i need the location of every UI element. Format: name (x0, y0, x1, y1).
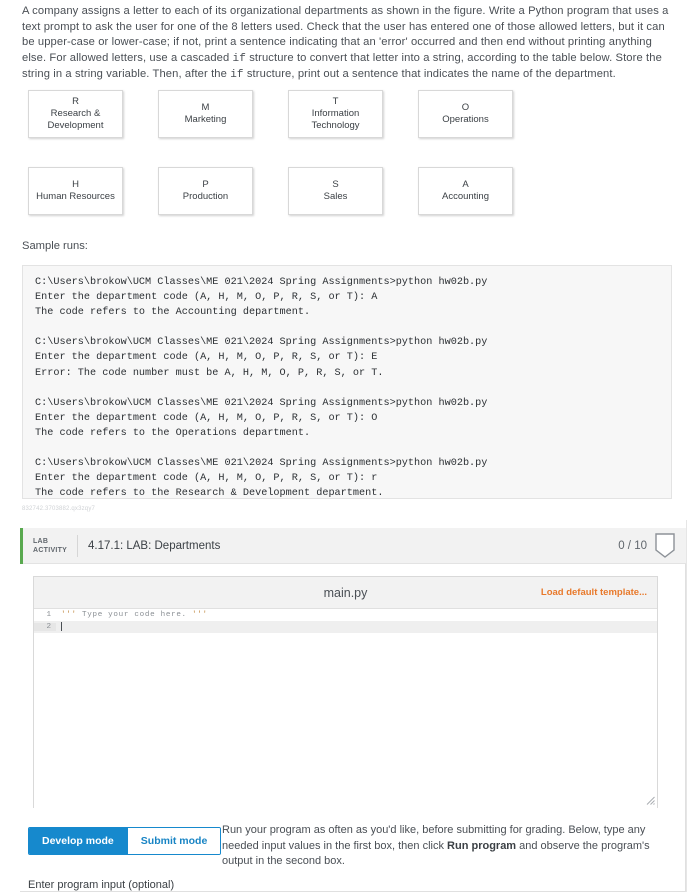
assignment-prompt: A company assigns a letter to each of it… (22, 4, 672, 84)
department-name: Accounting (441, 191, 489, 202)
prompt-inline-code-if-2: if (230, 69, 244, 82)
department-box: H Human Resources (28, 167, 123, 215)
sample-runs-label: Sample runs: (22, 240, 88, 252)
lab-activity-score: 0 / 10 (618, 539, 647, 552)
department-name: Research & Development (47, 108, 104, 131)
department-letter: M (201, 102, 210, 113)
text-cursor (61, 622, 62, 632)
department-name: Operations (442, 114, 489, 125)
lab-activity-tag: LAB ACTIVITY (23, 537, 75, 555)
lab-header-divider (77, 534, 78, 557)
department-letter: O (461, 102, 470, 113)
department-box: P Production (158, 167, 253, 215)
lab-activity-tag-line1: LAB (33, 537, 49, 545)
department-box: R Research & Development (28, 90, 123, 138)
line-number: 2 (34, 623, 56, 631)
prompt-text-part3: structure, print out a sentence that ind… (243, 68, 616, 81)
code-token-quote-open: ''' (61, 611, 77, 619)
mode-toggle-group[interactable]: Develop mode Submit mode (28, 827, 222, 855)
help-text-run-program: Run program (447, 839, 517, 852)
department-letter: P (202, 179, 209, 190)
prompt-inline-code-if-1: if (232, 52, 246, 65)
program-input-label: Enter program input (optional) (28, 879, 175, 891)
department-letter: H (72, 179, 79, 190)
sample-runs-text: C:\Users\brokow\UCM Classes\ME 021\2024 … (35, 277, 488, 499)
develop-mode-button[interactable]: Develop mode (29, 828, 127, 854)
code-token-comment: Type your code here. (76, 611, 193, 619)
code-token-quote-close: ''' (192, 611, 208, 619)
lab-activity-header: LAB ACTIVITY 4.17.1: LAB: Departments 0 … (23, 528, 686, 564)
department-name: Marketing (184, 114, 227, 125)
department-name: Sales (323, 191, 348, 202)
department-name: Information Technology (311, 108, 360, 131)
code-line-content[interactable] (56, 622, 657, 632)
code-line[interactable]: 2 (34, 621, 657, 633)
code-line-content[interactable]: ''' Type your code here. ''' (56, 611, 657, 619)
department-letter: A (462, 179, 469, 190)
sample-runs-console: C:\Users\brokow\UCM Classes\ME 021\2024 … (22, 265, 672, 499)
editor-filename: main.py (323, 585, 368, 600)
department-letter: T (332, 96, 339, 107)
line-number: 1 (34, 611, 56, 619)
panel-right-edge (686, 520, 687, 892)
lab-activity-tag-line2: ACTIVITY (33, 546, 68, 554)
department-box: O Operations (418, 90, 513, 138)
department-box: A Accounting (418, 167, 513, 215)
department-box: S Sales (288, 167, 383, 215)
submit-mode-button[interactable]: Submit mode (126, 828, 221, 854)
code-line[interactable]: 1 ''' Type your code here. ''' (34, 609, 657, 621)
code-editor-textarea[interactable]: 1 ''' Type your code here. ''' 2 (34, 609, 657, 808)
department-box: T Information Technology (288, 90, 383, 138)
load-default-template-link[interactable]: Load default template... (541, 587, 647, 598)
department-name: Production (182, 191, 229, 202)
department-name: Human Resources (36, 191, 115, 202)
lab-activity-title: 4.17.1: LAB: Departments (88, 539, 221, 552)
department-row-bottom: H Human Resources P Production S Sales A… (28, 167, 548, 215)
resize-handle-icon[interactable] (646, 796, 655, 805)
code-editor-panel[interactable]: main.py Load default template... 1 ''' T… (33, 576, 658, 808)
activity-id-watermark: 832742.3703882.qx3zqy7 (22, 506, 96, 512)
department-box: M Marketing (158, 90, 253, 138)
department-row-top: R Research & Development M Marketing T I… (28, 90, 548, 138)
mode-help-text: Run your program as often as you'd like,… (222, 823, 672, 870)
code-editor-toolbar: main.py Load default template... (34, 577, 657, 609)
zybooks-lab-page: A company assigns a letter to each of it… (0, 0, 699, 892)
department-figure: R Research & Development M Marketing T I… (28, 90, 548, 215)
department-letter: S (332, 179, 339, 190)
shield-badge-icon (655, 532, 675, 558)
department-letter: R (72, 96, 79, 107)
